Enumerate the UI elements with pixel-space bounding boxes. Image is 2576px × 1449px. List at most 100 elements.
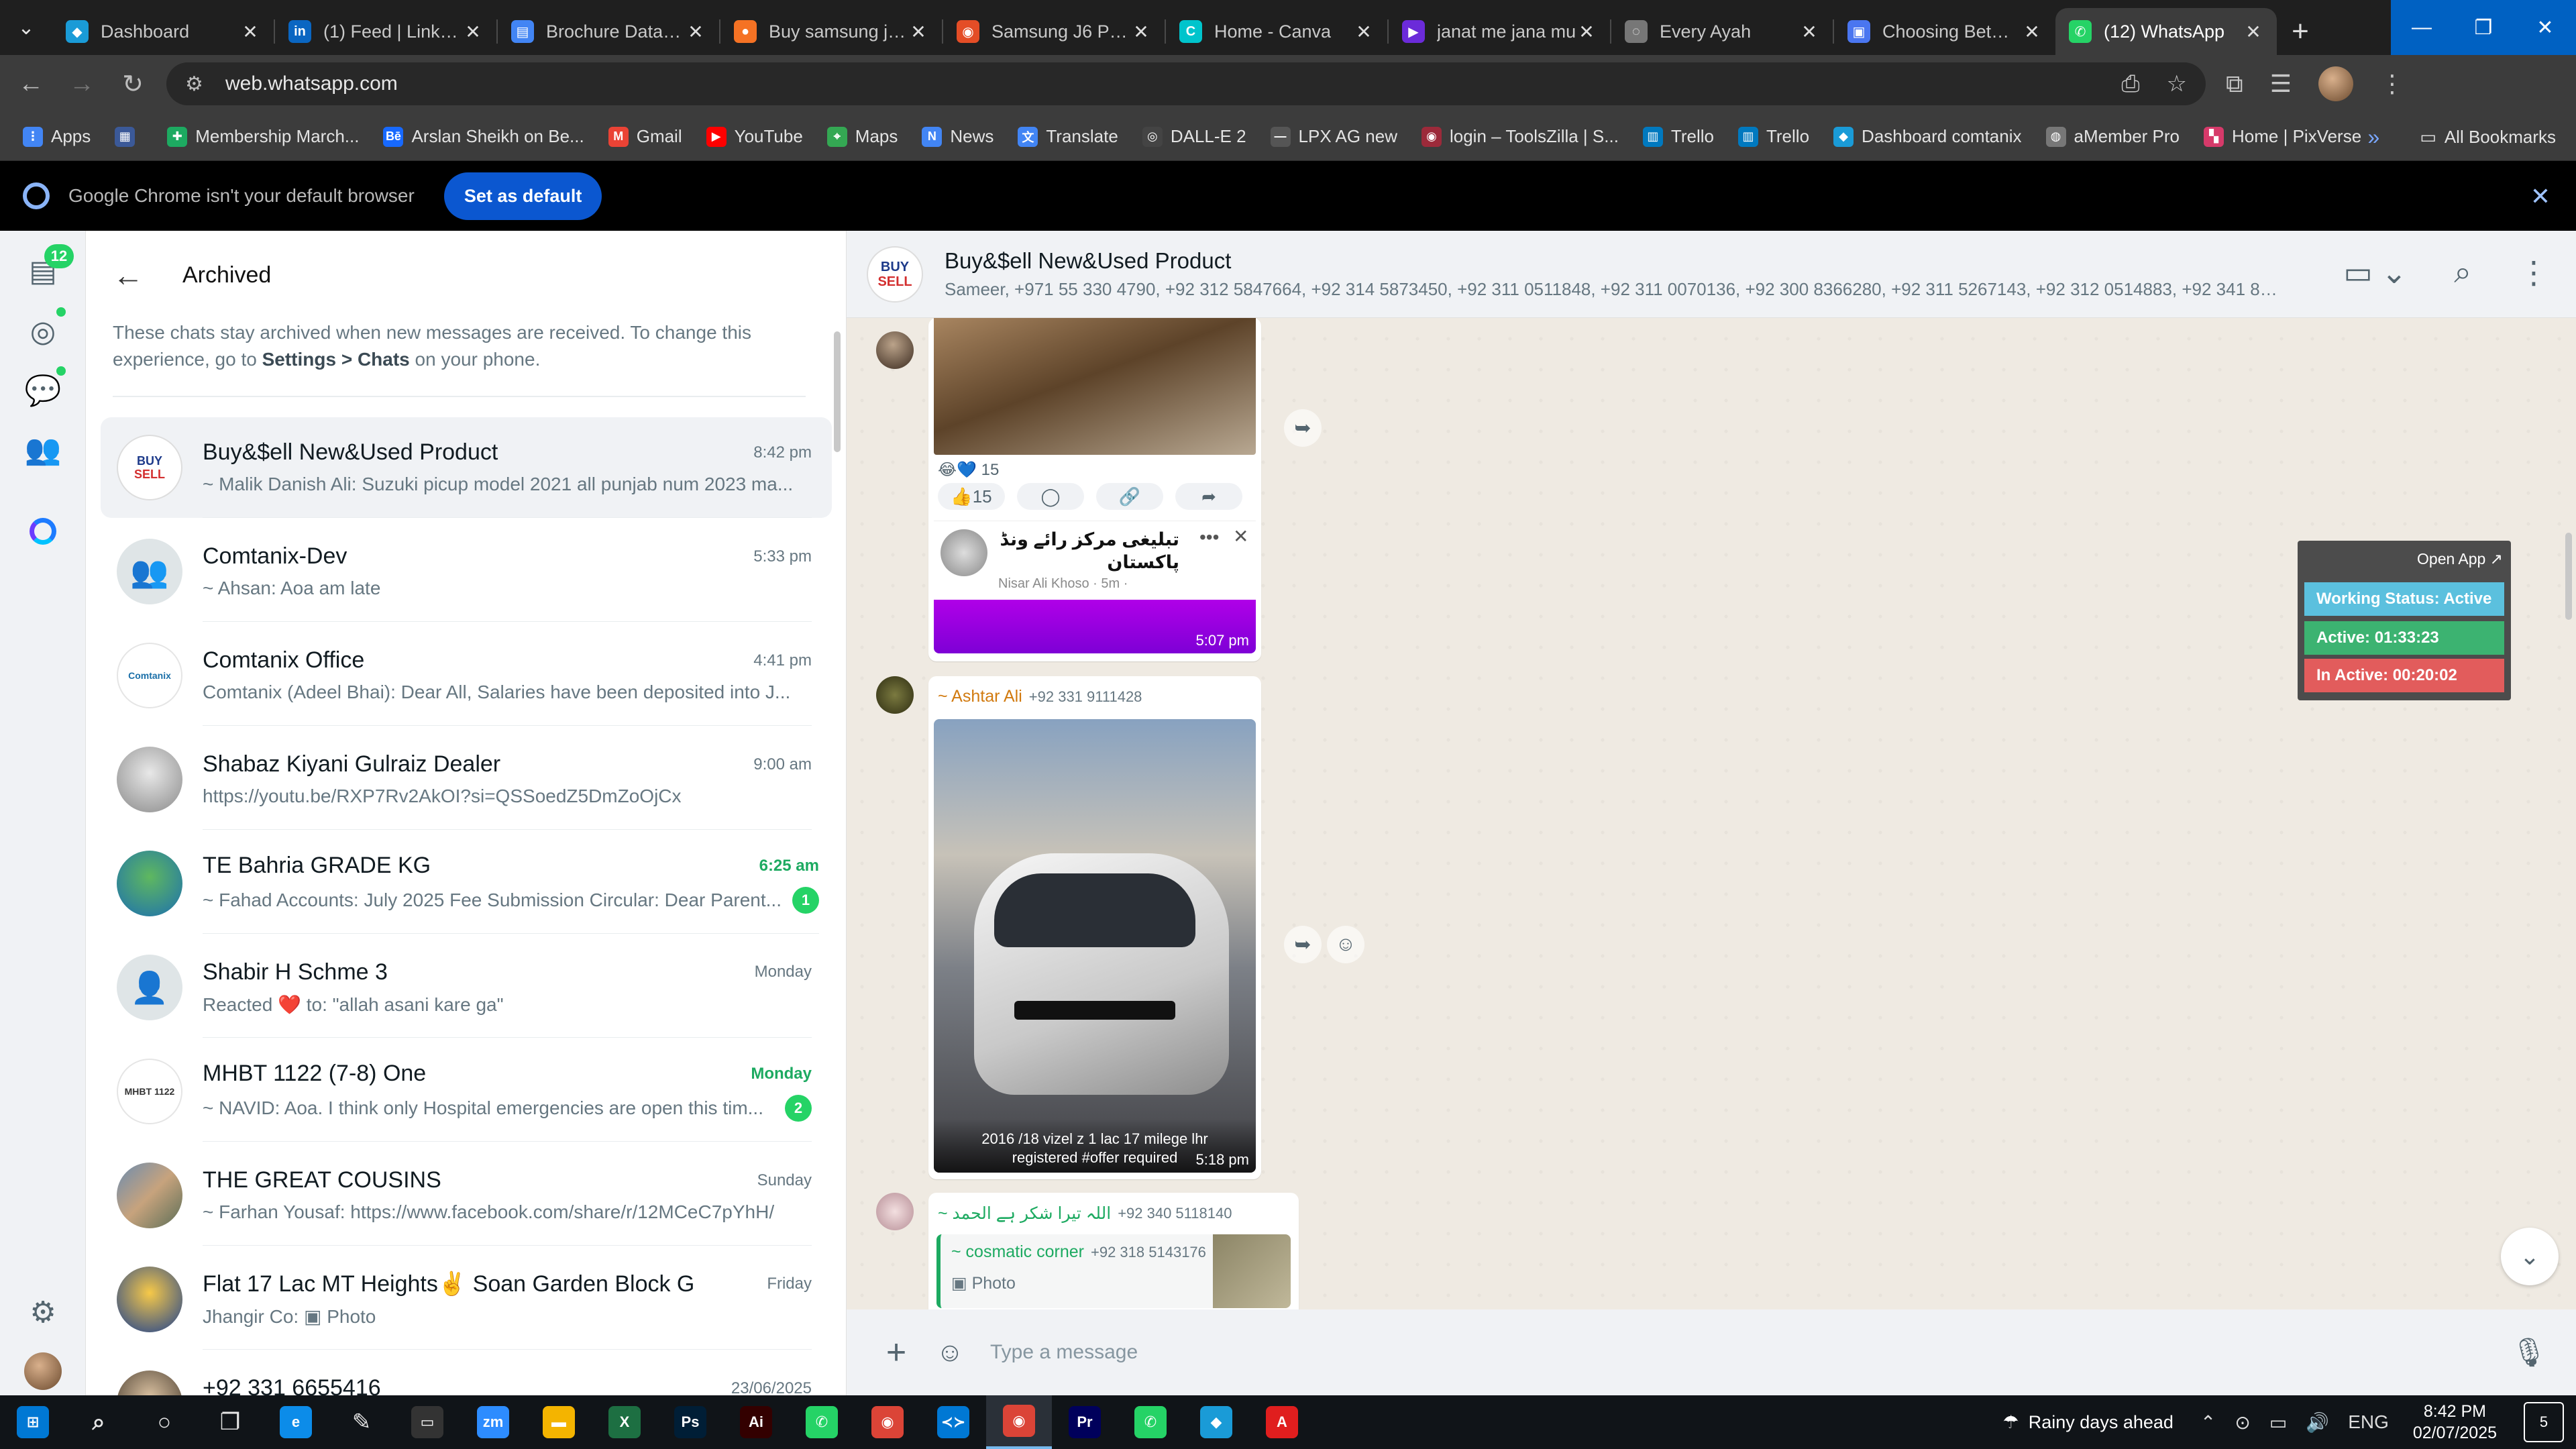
bookmark-item[interactable]: ▥ Trello bbox=[1642, 126, 1714, 147]
notification-center-icon[interactable]: 5 bbox=[2524, 1402, 2564, 1442]
tab-close-icon[interactable]: ✕ bbox=[686, 21, 706, 43]
sender-name[interactable]: ~ اللہ تیرا شکر ہے الحمد bbox=[938, 1203, 1111, 1224]
embed-more-icon[interactable]: ••• bbox=[1199, 527, 1219, 548]
all-bookmarks-button[interactable]: All Bookmarks bbox=[2445, 127, 2556, 148]
bookmark-item[interactable]: ▥ Trello bbox=[1737, 126, 1809, 147]
react-emoji-icon[interactable]: ☺ bbox=[1327, 926, 1364, 963]
tab-close-icon[interactable]: ✕ bbox=[2022, 21, 2042, 43]
like-button[interactable]: 👍 15 bbox=[938, 483, 1005, 510]
sender-avatar[interactable] bbox=[876, 676, 914, 714]
bookmark-item[interactable]: ✚ Membership March... bbox=[167, 126, 359, 147]
browser-tab[interactable]: ▶ janat me jana mu ✕ bbox=[1389, 8, 1610, 55]
wifi-icon[interactable]: ▭ bbox=[2269, 1411, 2287, 1434]
scroll-to-bottom-button[interactable]: ⌄ bbox=[2501, 1228, 2559, 1285]
browser-tab[interactable]: C Home - Canva ✕ bbox=[1166, 8, 1387, 55]
quoted-message[interactable]: ~ cosmatic corner +92 318 5143176 ▣ Phot… bbox=[936, 1234, 1291, 1308]
taskbar-cortana-icon[interactable]: ○ bbox=[131, 1395, 197, 1449]
settings-gear-icon[interactable]: ⚙ bbox=[23, 1292, 63, 1332]
bookmark-item[interactable]: ◎ DALL-E 2 bbox=[1142, 126, 1246, 147]
status-icon[interactable]: ◎ bbox=[23, 311, 63, 352]
bookmark-star-icon[interactable]: ☆ bbox=[2167, 70, 2187, 97]
profile-avatar-rail[interactable] bbox=[23, 1351, 63, 1391]
car-photo[interactable]: 2016 /18 vizel z 1 lac 17 milege lhr reg… bbox=[934, 719, 1256, 1173]
browser-tab[interactable]: ▣ Choosing Betwee ✕ bbox=[1834, 8, 2055, 55]
taskbar-task-view-icon[interactable]: ❐ bbox=[197, 1395, 263, 1449]
bookmark-item[interactable]: ◉ login – ToolsZilla | S... bbox=[1421, 126, 1619, 147]
tab-close-icon[interactable]: ✕ bbox=[1576, 21, 1597, 43]
taskbar-search-icon[interactable]: ⌕ bbox=[66, 1395, 131, 1449]
chat-row[interactable]: 👥 Comtanix-Dev 5:33 pm ~ Ahsan: Aoa am l… bbox=[101, 521, 832, 622]
taskbar-illustrator-icon[interactable]: Ai bbox=[723, 1395, 789, 1449]
taskbar-premiere-icon[interactable]: Pr bbox=[1052, 1395, 1118, 1449]
group-avatar[interactable]: BUY SELL bbox=[867, 246, 923, 303]
bookmark-item[interactable]: ⌖ Maps bbox=[826, 126, 898, 147]
sender-avatar[interactable] bbox=[876, 1193, 914, 1230]
close-window-button[interactable]: ✕ bbox=[2514, 0, 2576, 55]
share-icon[interactable]: ➦ bbox=[1175, 483, 1242, 510]
sender-name[interactable]: ~ Ashtar Ali bbox=[938, 687, 1022, 706]
menu-icon[interactable]: ⋮ bbox=[2518, 254, 2549, 290]
chat-row[interactable]: Flat 17 Lac MT Heights✌️ Soan Garden Blo… bbox=[101, 1249, 832, 1350]
bookmark-item[interactable]: ⋮ Apps bbox=[23, 126, 91, 147]
set-as-default-button[interactable]: Set as default bbox=[443, 172, 602, 220]
chat-row[interactable]: THE GREAT COUSINS Sunday ~ Farhan Yousaf… bbox=[101, 1145, 832, 1246]
forward-icon[interactable]: ➥ bbox=[1284, 926, 1322, 963]
comment-icon[interactable]: ◯ bbox=[1017, 483, 1084, 510]
message-bubble-3[interactable]: ~ اللہ تیرا شکر ہے الحمد +92 340 5118140… bbox=[928, 1193, 1299, 1327]
tray-chevron-icon[interactable]: ⌃ bbox=[2200, 1411, 2216, 1434]
reading-list-icon[interactable]: ☰ bbox=[2270, 70, 2292, 98]
taskbar-whatsapp-desktop-icon[interactable]: ✆ bbox=[789, 1395, 855, 1449]
taskbar-vscode-icon[interactable]: ≺≻ bbox=[920, 1395, 986, 1449]
chat-row[interactable]: 👤 Shabir H Schme 3 Monday Reacted ❤️ to:… bbox=[101, 937, 832, 1038]
microphone-icon[interactable]: 🎙 bbox=[2496, 1336, 2563, 1369]
tab-close-icon[interactable]: ✕ bbox=[463, 21, 483, 43]
back-arrow-icon[interactable]: ← bbox=[113, 257, 153, 293]
tab-close-icon[interactable]: ✕ bbox=[1799, 21, 1819, 43]
message-bubble-2[interactable]: ~ Ashtar Ali +92 331 9111428 2016 /18 vi… bbox=[928, 676, 1261, 1179]
chrome-menu-icon[interactable]: ⋮ bbox=[2380, 70, 2404, 98]
forward-icon[interactable]: → bbox=[56, 58, 107, 109]
conversation-scrollbar[interactable] bbox=[2565, 533, 2572, 620]
browser-tab[interactable]: ● Buy samsung j6 p ✕ bbox=[720, 8, 942, 55]
volume-icon[interactable]: 🔊 bbox=[2306, 1411, 2329, 1434]
search-icon[interactable]: ⌕ bbox=[2454, 254, 2471, 291]
bookmark-item[interactable]: M Gmail bbox=[608, 126, 682, 147]
taskbar-edge-icon[interactable]: e bbox=[263, 1395, 329, 1449]
bookmark-item[interactable]: — LPX AG new bbox=[1270, 126, 1397, 147]
reload-icon[interactable]: ↻ bbox=[107, 58, 158, 109]
bookmark-item[interactable]: ▶ YouTube bbox=[706, 126, 803, 147]
taskbar-pen-icon[interactable]: ✎ bbox=[329, 1395, 394, 1449]
attach-plus-icon[interactable]: + bbox=[863, 1332, 930, 1373]
reaction-summary[interactable]: 😂💙 15 bbox=[938, 460, 999, 480]
close-infobar-icon[interactable]: ✕ bbox=[2530, 182, 2551, 211]
taskbar-acrobat-icon[interactable]: A bbox=[1249, 1395, 1315, 1449]
taskbar-photoshop-icon[interactable]: Ps bbox=[657, 1395, 723, 1449]
tab-close-icon[interactable]: ✕ bbox=[240, 21, 260, 43]
back-icon[interactable]: ← bbox=[5, 58, 56, 109]
meta-ai-icon[interactable] bbox=[23, 511, 63, 551]
network-icon[interactable]: ⊙ bbox=[2235, 1411, 2250, 1434]
weather-widget[interactable]: ☂ Rainy days ahead bbox=[2003, 1412, 2174, 1433]
bookmark-item[interactable]: ◆ Dashboard comtanix bbox=[1833, 126, 2022, 147]
taskbar-start-icon[interactable]: ⊞ bbox=[0, 1395, 66, 1449]
taskbar-explorer-icon[interactable]: ▬ bbox=[526, 1395, 592, 1449]
tab-search-chevron-icon[interactable]: ⌄ bbox=[0, 0, 52, 55]
bookmark-item[interactable]: N News bbox=[922, 126, 994, 147]
bookmark-item[interactable]: ▦ bbox=[115, 126, 143, 147]
message-bubble-1[interactable]: 😂💙 15 👍 15 ◯ 🔗 ➦ تبلیغی مرکز رائے ونڈ پا… bbox=[928, 318, 1261, 661]
chat-row[interactable]: BUY SELL Buy&$ell New&Used Product 8:42 p… bbox=[101, 417, 832, 518]
bookmark-item[interactable]: ◍ aMember Pro bbox=[2045, 126, 2180, 147]
shared-image[interactable] bbox=[934, 318, 1256, 455]
taskbar-excel-icon[interactable]: X bbox=[592, 1395, 657, 1449]
chat-row[interactable]: Shabaz Kiyani Gulraiz Dealer 9:00 am htt… bbox=[101, 729, 832, 830]
site-info-icon[interactable]: ⚙ bbox=[185, 72, 212, 96]
browser-tab[interactable]: ▤ Brochure Data - G ✕ bbox=[498, 8, 719, 55]
language-indicator[interactable]: ENG bbox=[2348, 1411, 2389, 1434]
tab-close-icon[interactable]: ✕ bbox=[2243, 21, 2263, 43]
browser-tab[interactable]: ◆ Dashboard ✕ bbox=[52, 8, 274, 55]
extensions-icon[interactable]: ⧉ bbox=[2226, 70, 2243, 99]
tab-close-icon[interactable]: ✕ bbox=[908, 21, 928, 43]
chatlist-scrollbar[interactable] bbox=[834, 331, 841, 452]
taskbar-terminal-icon[interactable]: ▭ bbox=[394, 1395, 460, 1449]
tab-close-icon[interactable]: ✕ bbox=[1131, 21, 1151, 43]
